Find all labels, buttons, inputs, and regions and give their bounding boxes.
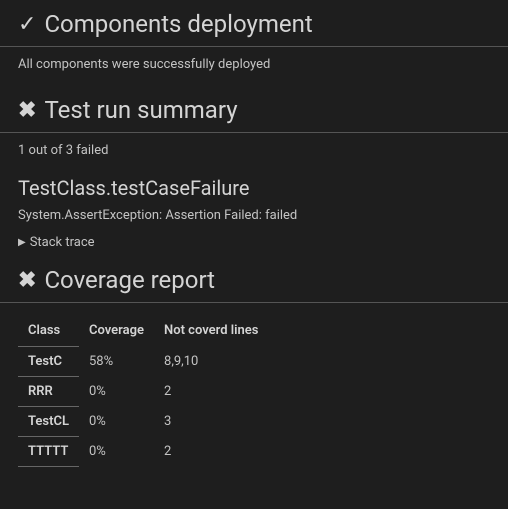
coverage-table: Class Coverage Not coverd lines TestC 58…	[18, 315, 268, 467]
coverage-header: ✖ Coverage report	[0, 256, 508, 303]
cell-class: TestC	[18, 347, 79, 377]
stack-trace-toggle[interactable]: ▶ Stack trace	[0, 231, 508, 256]
deployment-title: Components deployment	[44, 10, 312, 38]
table-row: RRR 0% 2	[18, 377, 268, 407]
x-icon: ✖	[18, 268, 36, 293]
deployment-header: ✓ Components deployment	[0, 0, 508, 47]
triangle-right-icon: ▶	[18, 237, 26, 248]
exception-message: System.AssertException: Assertion Failed…	[0, 204, 508, 231]
x-icon: ✖	[18, 98, 36, 123]
cell-coverage: 0%	[79, 437, 154, 467]
table-row: TestC 58% 8,9,10	[18, 347, 268, 377]
table-header-row: Class Coverage Not coverd lines	[18, 315, 268, 347]
failed-test-name: TestClass.testCaseFailure	[0, 172, 508, 204]
cell-class: TestCL	[18, 407, 79, 437]
cell-coverage: 58%	[79, 347, 154, 377]
stack-trace-label: Stack trace	[30, 235, 95, 250]
check-icon: ✓	[18, 12, 36, 37]
cell-class: TTTTT	[18, 437, 79, 467]
deployment-message: All components were successfully deploye…	[0, 47, 508, 86]
header-coverage: Coverage	[79, 315, 154, 347]
cell-not-covered: 8,9,10	[154, 347, 268, 377]
test-summary-header: ✖ Test run summary	[0, 86, 508, 133]
coverage-title: Coverage report	[44, 266, 215, 294]
cell-not-covered: 2	[154, 437, 268, 467]
header-not-covered: Not coverd lines	[154, 315, 268, 347]
cell-not-covered: 2	[154, 377, 268, 407]
cell-not-covered: 3	[154, 407, 268, 437]
test-summary-title: Test run summary	[44, 96, 237, 124]
cell-coverage: 0%	[79, 377, 154, 407]
header-class: Class	[18, 315, 79, 347]
table-row: TTTTT 0% 2	[18, 437, 268, 467]
cell-coverage: 0%	[79, 407, 154, 437]
table-row: TestCL 0% 3	[18, 407, 268, 437]
cell-class: RRR	[18, 377, 79, 407]
test-summary-message: 1 out of 3 failed	[0, 133, 508, 172]
